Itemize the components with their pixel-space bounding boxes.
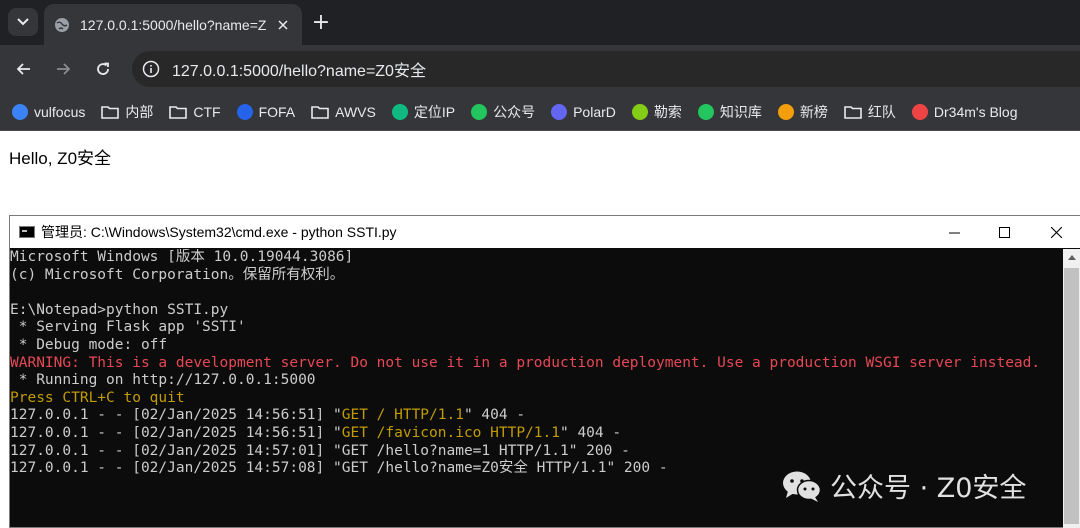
bookmark-label: PolarD bbox=[573, 103, 616, 120]
folder-icon bbox=[844, 105, 862, 119]
log-status: " 200 - bbox=[568, 442, 630, 459]
request-log-line: 127.0.0.1 - - [02/Jan/2025 14:56:51] "GE… bbox=[10, 407, 1062, 425]
wechat-icon bbox=[783, 471, 822, 502]
bookmark-label: AWVS bbox=[335, 103, 376, 120]
console-line: Microsoft Windows [版本 10.0.19044.3086] bbox=[10, 249, 354, 265]
log-prefix: 127.0.0.1 - - [02/Jan/2025 14:57:08] " bbox=[10, 460, 342, 477]
bookmark-item[interactable]: 红队 bbox=[844, 102, 896, 122]
console-line: WARNING: This is a development server. D… bbox=[10, 354, 1041, 371]
console-line: * Serving Flask app 'SSTI' bbox=[10, 319, 246, 336]
close-icon bbox=[278, 19, 288, 30]
browser-tab[interactable]: 127.0.0.1:5000/hello?name=Z bbox=[44, 4, 302, 45]
bookmark-label: Dr34m's Blog bbox=[933, 103, 1018, 120]
blog-icon bbox=[911, 103, 928, 120]
chevron-down-icon bbox=[17, 18, 29, 26]
cmd-icon bbox=[19, 226, 35, 238]
arrow-right-icon bbox=[57, 63, 71, 75]
log-prefix: 127.0.0.1 - - [02/Jan/2025 14:57:01] " bbox=[10, 442, 342, 459]
log-status: " 404 - bbox=[463, 407, 526, 424]
wechat-icon bbox=[471, 103, 488, 120]
maximize-icon bbox=[998, 226, 1010, 238]
bookmark-label: CTF bbox=[193, 103, 221, 120]
page-greeting: Hello, Z0安全 bbox=[9, 149, 112, 168]
plus-circle-icon bbox=[631, 103, 648, 120]
bookmark-item[interactable]: AWVS bbox=[311, 104, 376, 120]
bookmark-label: 公众号 bbox=[493, 103, 536, 120]
console-line: * Running on http://127.0.0.1:5000 bbox=[10, 372, 316, 389]
bookmark-item[interactable]: 知识库 bbox=[697, 102, 762, 122]
back-button[interactable] bbox=[10, 55, 38, 83]
log-prefix: 127.0.0.1 - - [02/Jan/2025 14:56:51] " bbox=[10, 407, 342, 424]
cmd-title: 管理员: C:\Windows\System32\cmd.exe - pytho… bbox=[41, 224, 397, 240]
fofa-icon bbox=[236, 103, 253, 120]
close-window-button[interactable] bbox=[1031, 216, 1080, 248]
scrollbar-thumb[interactable] bbox=[1064, 268, 1079, 524]
folder-icon bbox=[101, 105, 120, 119]
bookmark-item[interactable]: 内部 bbox=[101, 102, 153, 122]
polar-icon bbox=[551, 103, 568, 120]
minimize-icon bbox=[948, 232, 960, 233]
tab-title: 127.0.0.1:5000/hello?name=Z bbox=[80, 16, 267, 33]
address-bar[interactable]: 127.0.0.1:5000/hello?name=Z0安全 bbox=[132, 51, 1080, 87]
ip-icon bbox=[391, 103, 408, 120]
reload-button[interactable] bbox=[89, 55, 117, 83]
reload-icon bbox=[97, 62, 109, 75]
bookmarks-bar: vulfocus 内部 CTF FOFA AWVS 定位IP 公众号 PolarD 勒索 知识库 新… bbox=[0, 93, 1080, 131]
bookmark-item[interactable]: PolarD bbox=[551, 103, 616, 120]
bookmark-label: 勒索 bbox=[653, 103, 682, 120]
browser-toolbar: 127.0.0.1:5000/hello?name=Z0安全 bbox=[0, 45, 1080, 93]
request-log-line: 127.0.0.1 - - [02/Jan/2025 14:56:51] "GE… bbox=[10, 425, 1062, 443]
bookmark-item[interactable]: 定位IP bbox=[391, 102, 456, 122]
bookmark-label: vulfocus bbox=[34, 103, 86, 120]
watermark: 公众号 · Z0安全 bbox=[782, 466, 1026, 505]
log-request: GET / HTTP/1.1 bbox=[341, 407, 464, 424]
globe-icon bbox=[55, 17, 69, 32]
knowledge-icon bbox=[697, 103, 714, 120]
folder-icon bbox=[311, 105, 329, 119]
url-text[interactable]: 127.0.0.1:5000/hello?name=Z0安全 bbox=[172, 57, 426, 81]
info-icon[interactable] bbox=[142, 60, 160, 78]
log-request: GET /hello?name=Z0安全 HTTP/1.1 bbox=[341, 460, 607, 477]
scroll-up-button[interactable] bbox=[1063, 249, 1080, 266]
tab-strip: 127.0.0.1:5000/hello?name=Z + bbox=[0, 0, 1080, 45]
caret-up-icon bbox=[1067, 255, 1076, 260]
bookmark-label: 内部 bbox=[125, 103, 154, 120]
bookmark-item[interactable]: 新榜 bbox=[777, 102, 828, 122]
arrow-left-icon bbox=[16, 63, 30, 75]
bookmark-label: FOFA bbox=[258, 103, 296, 120]
log-status: " 404 - bbox=[559, 424, 622, 441]
forward-button[interactable] bbox=[49, 55, 77, 83]
bookmark-label: 新榜 bbox=[799, 103, 828, 120]
close-icon bbox=[1050, 226, 1062, 238]
log-prefix: 127.0.0.1 - - [02/Jan/2025 14:56:51] " bbox=[10, 424, 342, 441]
console-line: E:\Notepad>python SSTI.py bbox=[10, 301, 229, 318]
minimize-button[interactable] bbox=[929, 216, 979, 248]
bookmark-item[interactable]: FOFA bbox=[236, 103, 296, 120]
bookmark-item[interactable]: 公众号 bbox=[471, 102, 535, 122]
bookmark-item[interactable]: vulfocus bbox=[12, 103, 86, 120]
log-request: GET /hello?name=1 HTTP/1.1 bbox=[341, 442, 569, 459]
bookmark-label: 定位IP bbox=[413, 103, 456, 120]
xinbang-icon bbox=[777, 103, 794, 120]
bookmark-item[interactable]: Dr34m's Blog bbox=[911, 103, 1018, 120]
tab-close-button[interactable] bbox=[274, 16, 292, 34]
bookmark-label: 红队 bbox=[867, 103, 896, 120]
request-log-line: 127.0.0.1 - - [02/Jan/2025 14:57:01] "GE… bbox=[10, 443, 1062, 461]
log-status: " 200 - bbox=[606, 460, 668, 477]
folder-icon bbox=[169, 105, 188, 119]
bookmark-item[interactable]: CTF bbox=[169, 103, 221, 120]
console-line: Press CTRL+C to quit bbox=[10, 389, 185, 406]
console-line: * Debug mode: off bbox=[10, 336, 168, 353]
new-tab-button[interactable]: + bbox=[308, 10, 334, 36]
watermark-text: 公众号 · Z0安全 bbox=[830, 473, 1027, 504]
log-request: GET /favicon.ico HTTP/1.1 bbox=[341, 424, 560, 441]
cmd-titlebar[interactable]: 管理员: C:\Windows\System32\cmd.exe - pytho… bbox=[10, 216, 1080, 248]
shield-icon bbox=[12, 103, 28, 120]
bookmark-item[interactable]: 勒索 bbox=[631, 102, 682, 122]
bookmark-label: 知识库 bbox=[719, 103, 762, 120]
console-line: (c) Microsoft Corporation。保留所有权利。 bbox=[10, 266, 345, 283]
maximize-button[interactable] bbox=[979, 216, 1029, 248]
tab-search-button[interactable] bbox=[8, 8, 38, 36]
